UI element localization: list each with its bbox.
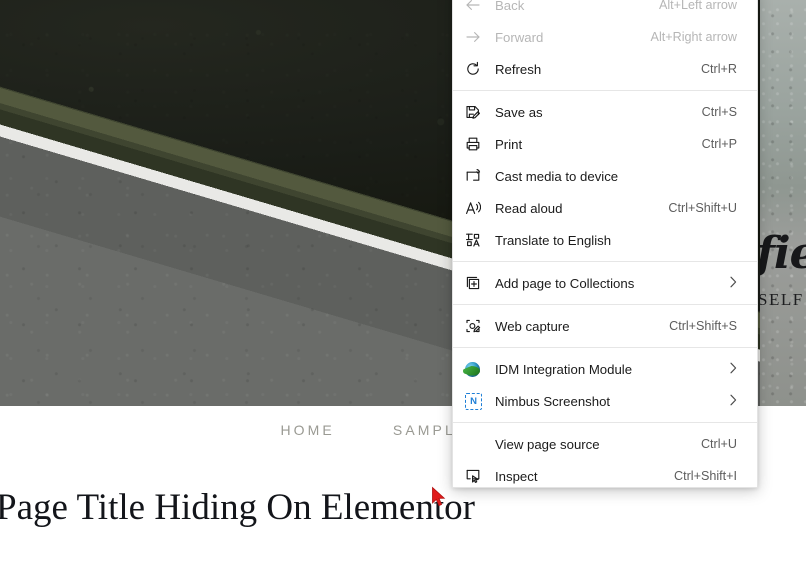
menu-item-label: Web capture	[495, 318, 570, 334]
menu-separator	[453, 90, 757, 91]
arrow-left-icon	[465, 0, 491, 13]
menu-item-label: Cast media to device	[495, 168, 619, 184]
collections-icon	[465, 275, 491, 291]
menu-item-shortcut: Ctrl+Shift+I	[674, 469, 737, 483]
web-capture-icon	[465, 318, 491, 334]
menu-item-shortcut: Ctrl+P	[701, 137, 737, 151]
menu-item-label: Translate to English	[495, 232, 612, 248]
menu-item-translate-to-english[interactable]: Translate to English	[453, 224, 757, 256]
idm-globe-icon	[465, 361, 480, 377]
hero-script-text: fie	[760, 228, 806, 279]
nav-item-home[interactable]: HOME	[251, 422, 363, 438]
menu-item-add-page-to-collections[interactable]: Add page to Collections	[453, 267, 757, 299]
menu-item-shortcut: Ctrl+R	[700, 62, 737, 76]
cast-icon	[465, 168, 491, 184]
menu-item-shortcut: Ctrl+S	[701, 105, 737, 119]
menu-item-shortcut: Ctrl+Shift+U	[668, 201, 737, 215]
menu-item-label: Read aloud	[495, 200, 563, 216]
arrow-right-icon	[465, 29, 491, 45]
menu-item-shortcut: Ctrl+Shift+S	[669, 319, 737, 333]
menu-item-label: Back	[495, 0, 525, 13]
nimbus-icon: N	[465, 392, 491, 410]
inspect-icon	[465, 468, 491, 484]
menu-separator	[453, 347, 757, 348]
menu-item-nimbus-screenshot[interactable]: N Nimbus Screenshot	[453, 385, 757, 417]
chevron-right-icon	[725, 360, 743, 379]
browser-context-menu[interactable]: Back Alt+Left arrow Forward Alt+Right arrow…	[452, 0, 758, 488]
menu-item-label: Add page to Collections	[495, 275, 635, 291]
refresh-icon	[465, 61, 491, 77]
menu-item-inspect[interactable]: Inspect Ctrl+Shift+I	[453, 460, 757, 492]
menu-item-back: Back Alt+Left arrow	[453, 0, 757, 21]
concrete-texture	[760, 0, 806, 406]
menu-item-cast-media-to-device[interactable]: Cast media to device	[453, 160, 757, 192]
hero-slide-next-preview[interactable]: fie SELF	[760, 0, 806, 406]
save-icon	[465, 104, 491, 120]
menu-separator	[453, 261, 757, 262]
hero-caps-text: SELF	[760, 290, 804, 309]
menu-item-read-aloud[interactable]: Read aloud Ctrl+Shift+U	[453, 192, 757, 224]
page-title: Page Title Hiding On Elementor	[0, 486, 475, 528]
menu-item-refresh[interactable]: Refresh Ctrl+R	[453, 53, 757, 85]
menu-item-label: Forward	[495, 29, 544, 45]
menu-item-shortcut: Alt+Right arrow	[650, 30, 737, 44]
menu-item-no-icon	[465, 436, 491, 452]
menu-item-label: IDM Integration Module	[495, 361, 633, 377]
menu-item-save-as[interactable]: Save as Ctrl+S	[453, 96, 757, 128]
mouse-pointer-icon	[432, 486, 446, 507]
menu-item-label: Save as	[495, 104, 543, 120]
idm-globe-icon	[465, 361, 491, 377]
menu-separator	[453, 422, 757, 423]
menu-item-view-page-source[interactable]: View page source Ctrl+U	[453, 428, 757, 460]
menu-item-idm-integration-module[interactable]: IDM Integration Module	[453, 353, 757, 385]
translate-icon	[465, 232, 491, 248]
print-icon	[465, 136, 491, 152]
chevron-right-icon	[725, 274, 743, 293]
menu-item-label: Nimbus Screenshot	[495, 393, 611, 409]
menu-separator	[453, 304, 757, 305]
read-aloud-icon	[465, 200, 491, 216]
menu-item-forward: Forward Alt+Right arrow	[453, 21, 757, 53]
menu-item-shortcut: Alt+Left arrow	[658, 0, 737, 12]
chevron-right-icon	[725, 392, 743, 411]
browser-viewport: fie SELF HOME SAMPLE PAGE Page Title Hid…	[0, 0, 806, 561]
menu-item-label: Inspect	[495, 468, 538, 484]
nimbus-icon: N	[465, 392, 482, 410]
menu-item-label: Refresh	[495, 61, 542, 77]
menu-item-print[interactable]: Print Ctrl+P	[453, 128, 757, 160]
menu-item-label: Print	[495, 136, 523, 152]
menu-item-shortcut: Ctrl+U	[700, 437, 737, 451]
menu-item-label: View page source	[495, 436, 600, 452]
menu-item-web-capture[interactable]: Web capture Ctrl+Shift+S	[453, 310, 757, 342]
